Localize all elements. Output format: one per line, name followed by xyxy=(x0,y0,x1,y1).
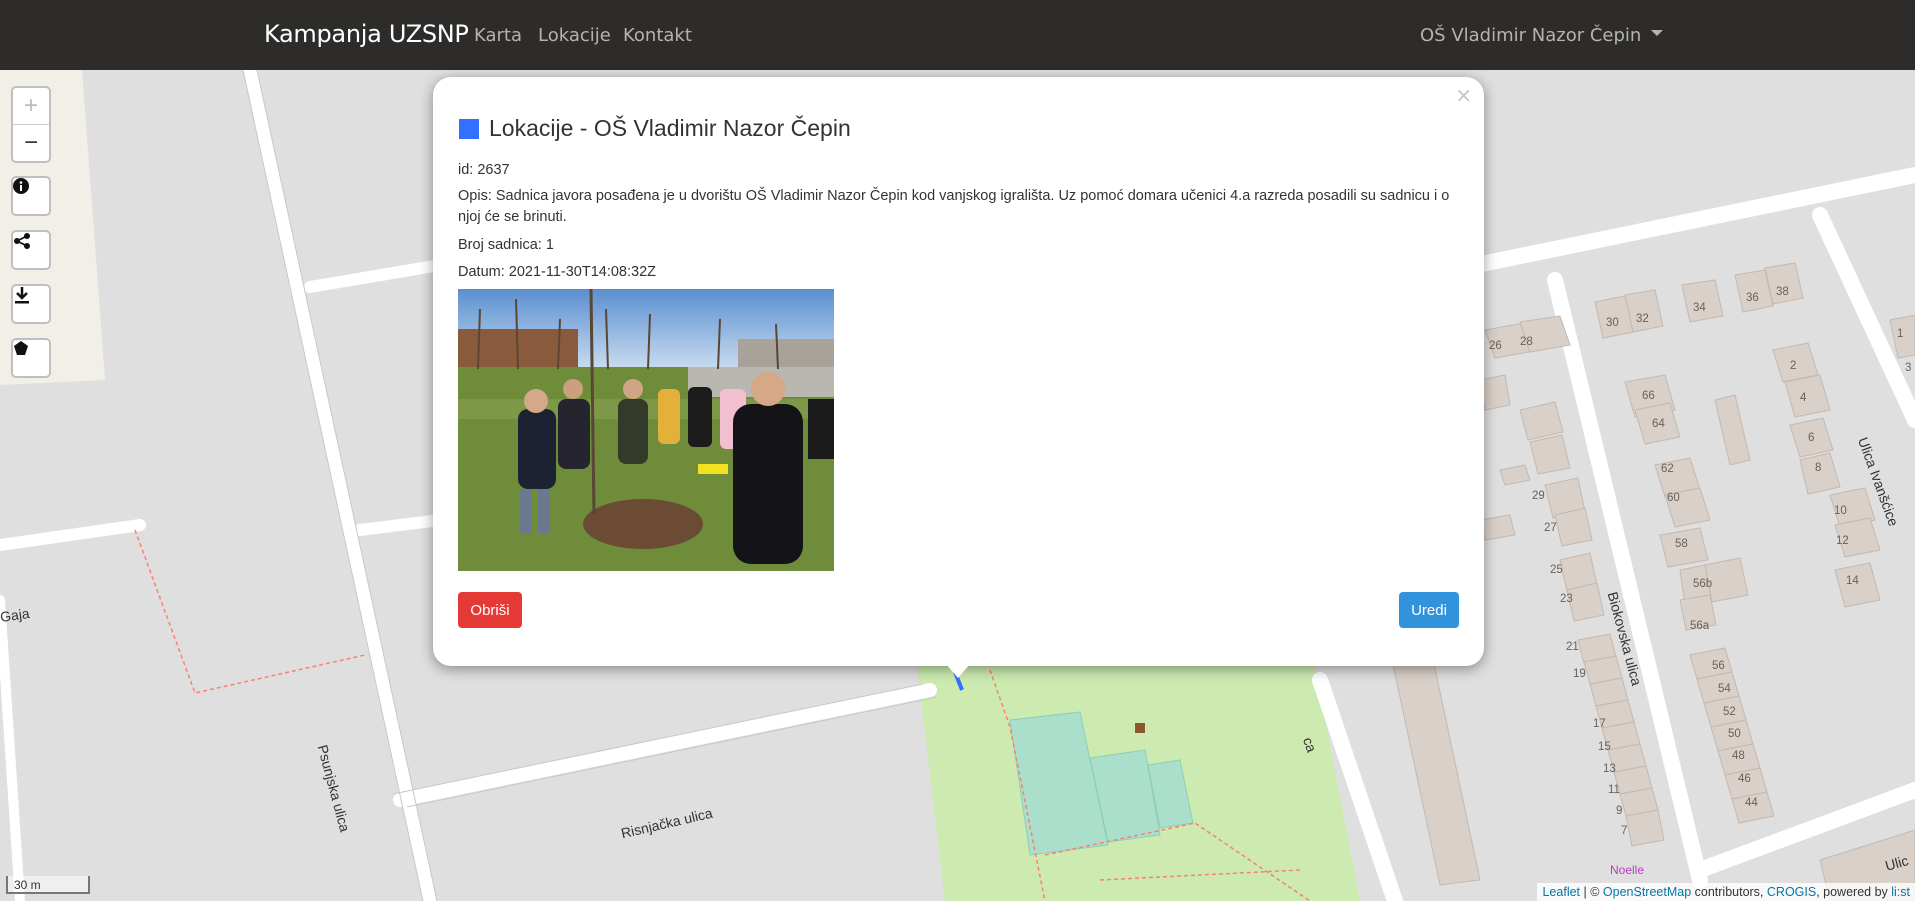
share-icon xyxy=(14,233,30,249)
popup-tip xyxy=(946,664,970,678)
user-dropdown[interactable]: OŠ Vladimir Nazor Čepin xyxy=(1420,25,1664,46)
location-photo xyxy=(458,289,834,571)
brand-logo[interactable]: Kampanja UZSNP xyxy=(264,20,469,48)
attribution-contrib: contributors, xyxy=(1691,885,1767,899)
location-popup: × Lokacije - OŠ Vladimir Nazor Čepin id:… xyxy=(433,77,1484,666)
popup-title: Lokacije - OŠ Vladimir Nazor Čepin xyxy=(459,115,851,142)
attribution-powered: , powered by xyxy=(1816,885,1892,899)
zoom-out-button[interactable]: − xyxy=(13,124,49,161)
edit-button[interactable]: Uredi xyxy=(1399,592,1459,628)
share-control xyxy=(11,230,51,270)
pentagon-icon xyxy=(14,341,28,355)
tree-marker xyxy=(1135,723,1145,733)
popup-date: Datum: 2021-11-30T14:08:32Z xyxy=(458,264,657,280)
list-link[interactable]: li:st xyxy=(1891,885,1910,899)
crogis-link[interactable]: CROGIS xyxy=(1767,885,1816,899)
download-control xyxy=(11,284,51,324)
user-name: OŠ Vladimir Nazor Čepin xyxy=(1420,25,1642,46)
scale-bar: 30 m xyxy=(6,876,90,894)
delete-button[interactable]: Obriši xyxy=(458,592,522,628)
zoom-in-button[interactable]: + xyxy=(13,88,49,124)
map-attribution: Leaflet | © OpenStreetMap contributors, … xyxy=(1537,883,1915,901)
info-button[interactable] xyxy=(13,178,49,214)
info-control xyxy=(11,176,51,216)
download-icon xyxy=(15,287,29,304)
download-button[interactable] xyxy=(13,286,49,322)
zoom-control: + − xyxy=(11,86,51,163)
nav-link-karta[interactable]: Karta xyxy=(474,25,522,46)
close-icon[interactable]: × xyxy=(1455,83,1472,107)
popup-title-text: Lokacije - OŠ Vladimir Nazor Čepin xyxy=(489,115,851,141)
layer-color-swatch xyxy=(459,118,479,139)
caret-down-icon xyxy=(1651,30,1664,36)
popup-description: Opis: Sadnica javora posađena je u dvori… xyxy=(458,188,1450,225)
label-noelle: Noelle xyxy=(1610,863,1645,877)
popup-seedling-count: Broj sadnica: 1 xyxy=(458,237,554,253)
nav-link-kontakt[interactable]: Kontakt xyxy=(623,25,692,46)
draw-polygon-button[interactable] xyxy=(13,340,49,376)
info-icon xyxy=(13,178,29,194)
leaflet-link[interactable]: Leaflet xyxy=(1542,885,1580,899)
osm-link[interactable]: OpenStreetMap xyxy=(1603,885,1691,899)
attribution-sep: | © xyxy=(1580,885,1603,899)
popup-id: id: 2637 xyxy=(458,162,510,178)
share-button[interactable] xyxy=(13,232,49,268)
polygon-control xyxy=(11,338,51,378)
nav-link-lokacije[interactable]: Lokacije xyxy=(538,25,611,46)
top-navbar: Kampanja UZSNP Karta Lokacije Kontakt OŠ… xyxy=(0,0,1915,70)
